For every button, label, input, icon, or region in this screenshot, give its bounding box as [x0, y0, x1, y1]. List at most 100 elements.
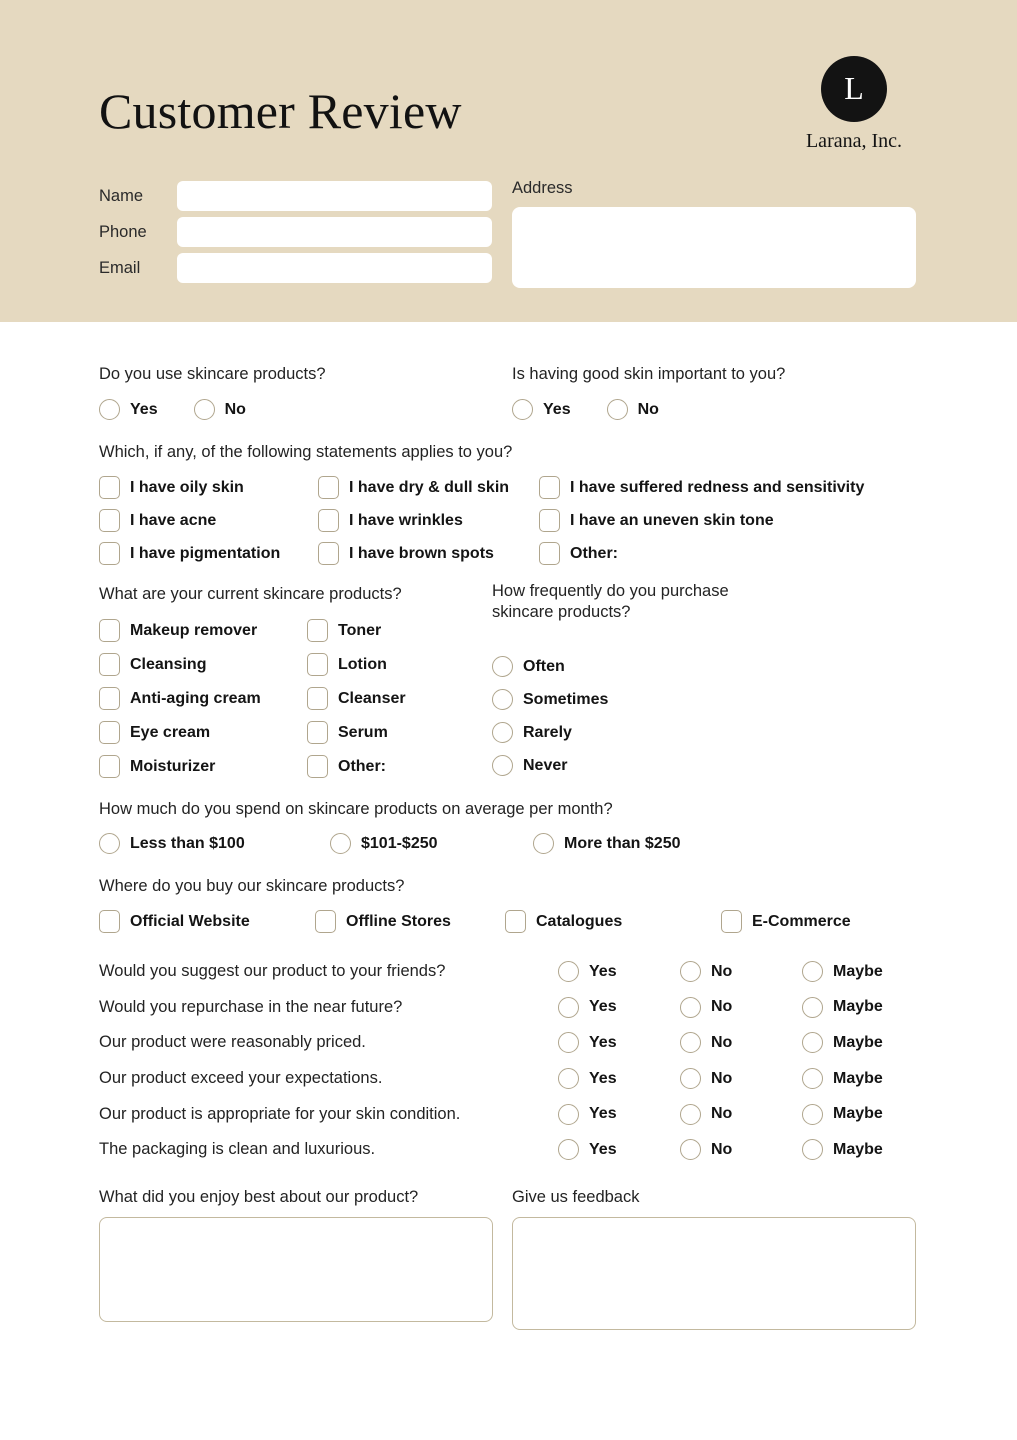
- checkbox-option[interactable]: I have pigmentation: [99, 542, 318, 566]
- checkbox-option[interactable]: Cleanser: [307, 687, 489, 711]
- radio-icon[interactable]: [99, 399, 120, 421]
- checkbox-icon[interactable]: [721, 910, 742, 934]
- checkbox-icon[interactable]: [99, 542, 120, 566]
- checkbox-icon[interactable]: [505, 910, 526, 934]
- checkbox-option[interactable]: Moisturizer: [99, 755, 307, 779]
- checkbox-option[interactable]: Other:: [539, 542, 929, 566]
- radio-option[interactable]: $101-$250: [330, 833, 438, 855]
- checkbox-option[interactable]: Lotion: [307, 653, 489, 677]
- checkbox-icon[interactable]: [99, 653, 120, 677]
- checkbox-icon[interactable]: [307, 687, 328, 711]
- checkbox-option[interactable]: I have acne: [99, 509, 318, 533]
- radio-option[interactable]: Yes: [558, 1068, 680, 1090]
- radio-option[interactable]: No: [680, 961, 802, 983]
- radio-icon[interactable]: [512, 399, 533, 421]
- checkbox-icon[interactable]: [99, 755, 120, 779]
- radio-option[interactable]: Sometimes: [492, 689, 792, 711]
- checkbox-option[interactable]: E-Commerce: [721, 910, 851, 934]
- radio-icon[interactable]: [558, 1139, 579, 1161]
- radio-icon[interactable]: [193, 399, 215, 421]
- radio-icon[interactable]: [802, 1139, 823, 1161]
- checkbox-icon[interactable]: [307, 755, 328, 779]
- radio-icon[interactable]: [802, 996, 823, 1018]
- email-input[interactable]: [177, 253, 492, 283]
- radio-icon[interactable]: [533, 833, 554, 855]
- checkbox-icon[interactable]: [307, 721, 328, 745]
- radio-option[interactable]: Maybe: [802, 1103, 883, 1125]
- radio-icon[interactable]: [606, 399, 628, 421]
- checkbox-option[interactable]: Eye cream: [99, 721, 307, 745]
- radio-option[interactable]: No: [680, 996, 802, 1018]
- radio-icon[interactable]: [802, 961, 823, 983]
- address-input[interactable]: [512, 207, 916, 288]
- radio-option[interactable]: Maybe: [802, 1139, 883, 1161]
- radio-icon[interactable]: [558, 996, 579, 1018]
- radio-option[interactable]: Maybe: [802, 961, 883, 983]
- radio-icon[interactable]: [558, 1032, 579, 1054]
- checkbox-icon[interactable]: [99, 721, 120, 745]
- checkbox-icon[interactable]: [99, 910, 120, 934]
- radio-icon[interactable]: [680, 1032, 701, 1054]
- radio-icon[interactable]: [802, 1068, 823, 1090]
- radio-icon[interactable]: [680, 1103, 701, 1125]
- radio-icon[interactable]: [680, 961, 701, 983]
- checkbox-icon[interactable]: [315, 910, 336, 934]
- checkbox-option[interactable]: Catalogues: [505, 910, 622, 934]
- checkbox-icon[interactable]: [307, 653, 328, 677]
- checkbox-option[interactable]: Toner: [307, 619, 489, 643]
- checkbox-option[interactable]: I have brown spots: [318, 542, 539, 566]
- radio-option[interactable]: Maybe: [802, 1032, 883, 1054]
- radio-icon[interactable]: [558, 1103, 579, 1125]
- radio-icon[interactable]: [802, 1032, 823, 1054]
- radio-option[interactable]: Yes: [512, 399, 571, 421]
- radio-option[interactable]: Maybe: [802, 996, 883, 1018]
- checkbox-icon[interactable]: [539, 509, 560, 533]
- radio-icon[interactable]: [492, 689, 513, 711]
- checkbox-option[interactable]: I have oily skin: [99, 476, 318, 500]
- radio-option[interactable]: No: [193, 399, 246, 421]
- radio-option[interactable]: Yes: [558, 1139, 680, 1161]
- checkbox-icon[interactable]: [99, 619, 120, 643]
- checkbox-icon[interactable]: [539, 476, 560, 500]
- radio-icon[interactable]: [680, 1139, 701, 1161]
- radio-option[interactable]: No: [680, 1032, 802, 1054]
- radio-icon[interactable]: [492, 722, 513, 744]
- checkbox-option[interactable]: I have an uneven skin tone: [539, 509, 929, 533]
- radio-option[interactable]: Maybe: [802, 1068, 883, 1090]
- radio-icon[interactable]: [492, 755, 513, 777]
- checkbox-icon[interactable]: [99, 687, 120, 711]
- checkbox-option[interactable]: Offline Stores: [315, 910, 451, 934]
- radio-icon[interactable]: [680, 996, 701, 1018]
- radio-option[interactable]: Yes: [558, 996, 680, 1018]
- radio-option[interactable]: Often: [492, 656, 792, 678]
- radio-icon[interactable]: [802, 1103, 823, 1125]
- radio-option[interactable]: Never: [492, 755, 792, 777]
- checkbox-icon[interactable]: [307, 619, 328, 643]
- checkbox-icon[interactable]: [318, 542, 339, 566]
- checkbox-icon[interactable]: [99, 476, 120, 500]
- enjoy-best-input[interactable]: [99, 1217, 493, 1322]
- radio-option[interactable]: Yes: [558, 961, 680, 983]
- name-input[interactable]: [177, 181, 492, 211]
- checkbox-option[interactable]: I have dry & dull skin: [318, 476, 539, 500]
- checkbox-option[interactable]: Other:: [307, 755, 489, 779]
- radio-icon[interactable]: [558, 961, 579, 983]
- checkbox-icon[interactable]: [99, 509, 120, 533]
- checkbox-icon[interactable]: [539, 542, 560, 566]
- radio-option[interactable]: No: [680, 1139, 802, 1161]
- radio-option[interactable]: No: [680, 1103, 802, 1125]
- feedback-input[interactable]: [512, 1217, 916, 1330]
- checkbox-icon[interactable]: [318, 509, 339, 533]
- radio-icon[interactable]: [330, 833, 351, 855]
- radio-option[interactable]: More than $250: [533, 833, 680, 855]
- radio-icon[interactable]: [99, 833, 120, 855]
- checkbox-icon[interactable]: [318, 476, 339, 500]
- radio-icon[interactable]: [680, 1068, 701, 1090]
- radio-option[interactable]: Yes: [99, 399, 158, 421]
- checkbox-option[interactable]: Official Website: [99, 910, 250, 934]
- checkbox-option[interactable]: Cleansing: [99, 653, 307, 677]
- radio-icon[interactable]: [558, 1068, 579, 1090]
- radio-option[interactable]: No: [680, 1068, 802, 1090]
- radio-option[interactable]: Yes: [558, 1103, 680, 1125]
- checkbox-option[interactable]: Anti-aging cream: [99, 687, 307, 711]
